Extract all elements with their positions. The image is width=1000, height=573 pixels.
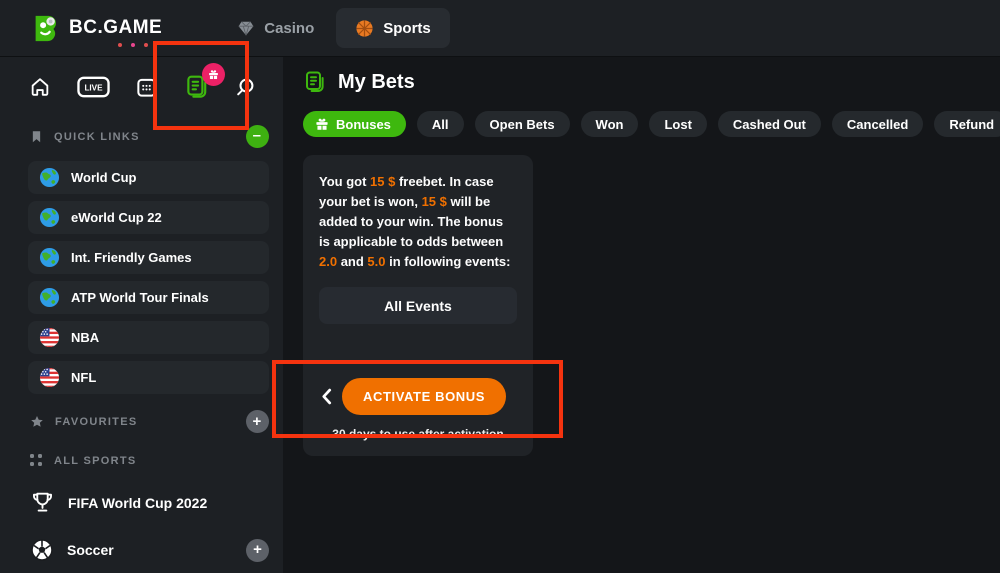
- filter-tab-refund[interactable]: Refund: [934, 111, 1000, 137]
- favourites-title: FAVOURITES: [55, 416, 137, 428]
- filter-tab-cancelled[interactable]: Cancelled: [832, 111, 923, 137]
- logo-decoration-dots: [118, 43, 148, 47]
- quick-link-label: NFL: [71, 370, 96, 385]
- bonus-card: You got 15 $ freebet. In case your bet i…: [303, 155, 533, 456]
- my-bets-icon: [303, 70, 327, 95]
- odds-max: 5.0: [367, 254, 385, 269]
- filter-tab-open-bets[interactable]: Open Bets: [475, 111, 570, 137]
- bookmark-icon: [30, 129, 43, 144]
- sidebar-item-fifa-world-cup[interactable]: FIFA World Cup 2022: [30, 490, 269, 515]
- trophy-icon: [30, 490, 55, 515]
- home-icon[interactable]: [29, 76, 51, 98]
- sidebar-item-soccer[interactable]: Soccer: [30, 538, 269, 562]
- page-title: My Bets: [338, 71, 415, 94]
- quick-link-label: NBA: [71, 330, 99, 345]
- quick-links-list: World Cup eWorld Cup 22 Int. Fri: [28, 161, 269, 394]
- topbar: BC.GAME Casino Sports: [0, 0, 1000, 57]
- brand-logo[interactable]: BC.GAME: [30, 13, 162, 43]
- sidebar: LIVE: [0, 57, 283, 573]
- globe-icon: [39, 167, 60, 188]
- grid-icon: [30, 454, 43, 467]
- filter-tab-label: Refund: [949, 117, 994, 132]
- filter-tab-label: Open Bets: [490, 117, 555, 132]
- bonus-description: You got 15 $ freebet. In case your bet i…: [319, 172, 517, 272]
- globe-icon: [39, 287, 60, 308]
- all-sports-header[interactable]: ALL SPORTS: [30, 454, 269, 467]
- quick-link-label: ATP World Tour Finals: [71, 290, 209, 305]
- filter-tab-label: Bonuses: [336, 117, 391, 132]
- diamond-icon: [237, 19, 255, 37]
- brand-name: BC.GAME: [69, 17, 162, 39]
- search-icon[interactable]: [235, 76, 257, 98]
- filter-tab-won[interactable]: Won: [581, 111, 639, 137]
- quick-link-label: eWorld Cup 22: [71, 210, 162, 225]
- basketball-icon: [355, 19, 374, 38]
- filter-tab-label: Cashed Out: [733, 117, 806, 132]
- all-sports-title: ALL SPORTS: [54, 455, 136, 467]
- all-events-button[interactable]: All Events: [319, 287, 517, 324]
- sidebar-toolbar: LIVE: [0, 71, 283, 103]
- filter-tab-lost[interactable]: Lost: [649, 111, 706, 137]
- us-flag-icon: [39, 327, 60, 348]
- soccer-ball-icon: [30, 538, 54, 562]
- main-content: My Bets Bonuses All Open Bets Won Lost C…: [283, 57, 1000, 573]
- quick-link-world-cup[interactable]: World Cup: [28, 161, 269, 194]
- filter-tab-bonuses[interactable]: Bonuses: [303, 111, 406, 137]
- bonus-amount: 15 $: [422, 194, 447, 209]
- tab-sports[interactable]: Sports: [336, 8, 450, 48]
- chevron-left-icon[interactable]: [319, 386, 334, 407]
- quick-links-title: QUICK LINKS: [54, 131, 140, 143]
- bonus-notification-badge: [202, 63, 225, 86]
- activate-bonus-row: ACTIVATE BONUS: [319, 378, 517, 415]
- favourites-header: FAVOURITES: [30, 410, 269, 433]
- filter-tab-label: All: [432, 117, 449, 132]
- filter-tab-label: Lost: [664, 117, 691, 132]
- quick-link-int-friendly[interactable]: Int. Friendly Games: [28, 241, 269, 274]
- tab-sports-label: Sports: [383, 20, 431, 37]
- tab-casino[interactable]: Casino: [237, 19, 314, 37]
- add-favourite-button[interactable]: [246, 410, 269, 433]
- my-bets-icon[interactable]: [184, 74, 210, 101]
- page-title-row: My Bets: [303, 70, 1000, 95]
- filter-tab-cashed-out[interactable]: Cashed Out: [718, 111, 821, 137]
- quick-link-nfl[interactable]: NFL: [28, 361, 269, 394]
- sidebar-item-label: FIFA World Cup 2022: [68, 495, 207, 511]
- activate-bonus-button[interactable]: ACTIVATE BONUS: [342, 378, 506, 415]
- bet-filter-tabs: Bonuses All Open Bets Won Lost Cashed Ou…: [303, 111, 1000, 137]
- gift-icon: [315, 117, 329, 131]
- live-icon[interactable]: LIVE: [77, 76, 110, 98]
- tab-casino-label: Casino: [264, 20, 314, 37]
- bonus-amount: 15 $: [370, 174, 395, 189]
- sidebar-item-label: Soccer: [67, 542, 114, 558]
- quick-link-atp-finals[interactable]: ATP World Tour Finals: [28, 281, 269, 314]
- collapse-quick-links-button[interactable]: [246, 125, 269, 148]
- filter-tab-all[interactable]: All: [417, 111, 464, 137]
- quick-links-header: QUICK LINKS: [30, 125, 269, 148]
- quick-link-eworld-cup[interactable]: eWorld Cup 22: [28, 201, 269, 234]
- live-icon-label: LIVE: [84, 83, 103, 92]
- us-flag-icon: [39, 367, 60, 388]
- quick-link-label: Int. Friendly Games: [71, 250, 192, 265]
- all-events-label: All Events: [384, 298, 452, 314]
- globe-icon: [39, 207, 60, 228]
- globe-icon: [39, 247, 60, 268]
- filter-tab-label: Won: [596, 117, 624, 132]
- bcgame-logo-icon: [30, 13, 60, 43]
- gift-icon: [208, 69, 219, 80]
- expand-soccer-button[interactable]: [246, 539, 269, 562]
- star-icon: [30, 415, 44, 429]
- odds-min: 2.0: [319, 254, 337, 269]
- calendar-icon[interactable]: [135, 76, 158, 99]
- filter-tab-label: Cancelled: [847, 117, 908, 132]
- bonus-expiry-caption: 30 days to use after activation: [319, 427, 517, 441]
- quick-link-label: World Cup: [71, 170, 136, 185]
- quick-link-nba[interactable]: NBA: [28, 321, 269, 354]
